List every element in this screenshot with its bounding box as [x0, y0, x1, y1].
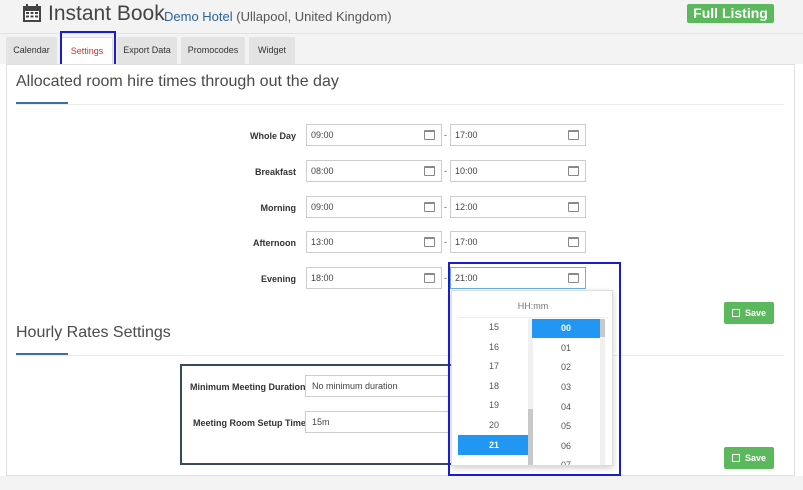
save-hourly-button[interactable]: Save: [724, 447, 774, 469]
calendar-icon[interactable]: [424, 273, 435, 283]
time-separator: -: [444, 130, 447, 140]
whole-day-end-input[interactable]: 17:00: [450, 124, 586, 146]
hour-option[interactable]: 20: [458, 415, 530, 435]
breakfast-label: Breakfast: [254, 167, 296, 177]
tab-bar: Calendar Settings Export Data Promocodes…: [0, 34, 803, 64]
hour-option[interactable]: 19: [458, 395, 530, 415]
whole-day-start-input[interactable]: 09:00: [306, 124, 442, 146]
breakfast-start-value: 08:00: [311, 166, 334, 176]
tab-export-data[interactable]: Export Data: [117, 37, 177, 64]
evening-end-input[interactable]: 21:00: [450, 267, 586, 289]
afternoon-label: Afternoon: [253, 238, 296, 248]
afternoon-start-input[interactable]: 13:00: [306, 231, 442, 253]
breakfast-end-value: 10:00: [455, 166, 478, 176]
save-icon: [731, 309, 740, 317]
save-label: Save: [744, 308, 767, 318]
hotel-info: Demo Hotel (Ullapool, United Kingdom): [164, 9, 392, 24]
time-separator: -: [444, 202, 447, 212]
setup-time-label: Meeting Room Setup Time: [193, 418, 306, 428]
afternoon-end-value: 17:00: [455, 237, 478, 247]
calendar-icon[interactable]: [568, 166, 579, 176]
evening-label: Evening: [260, 274, 296, 284]
save-icon: [731, 454, 740, 462]
morning-end-input[interactable]: 12:00: [450, 196, 586, 218]
calendar-icon[interactable]: [568, 273, 579, 283]
afternoon-end-input[interactable]: 17:00: [450, 231, 586, 253]
minute-column[interactable]: 00 01 02 03 04 05 06 07: [532, 319, 600, 465]
breakfast-end-input[interactable]: 10:00: [450, 160, 586, 182]
calendar-icon[interactable]: [424, 166, 435, 176]
page-footer-strip: [0, 476, 803, 490]
minute-option-selected[interactable]: 00: [532, 319, 600, 338]
min-duration-label: Minimum Meeting Duration: [190, 382, 306, 392]
time-picker-format: HH:mm: [517, 301, 549, 311]
morning-start-value: 09:00: [311, 202, 334, 212]
minute-scrollbar-thumb[interactable]: [600, 319, 605, 337]
save-hire-times-button[interactable]: Save: [724, 302, 774, 324]
hotel-name-link[interactable]: Demo Hotel: [164, 9, 233, 24]
full-listing-button[interactable]: Full Listing: [687, 4, 774, 23]
evening-start-input[interactable]: 18:00: [306, 267, 442, 289]
save-label: Save: [744, 453, 767, 463]
morning-start-input[interactable]: 09:00: [306, 196, 442, 218]
app-title: Instant Book: [48, 2, 165, 25]
setup-time-select[interactable]: 15m: [305, 411, 450, 433]
calendar-icon[interactable]: [424, 202, 435, 212]
hour-option[interactable]: 16: [458, 337, 530, 357]
min-duration-select[interactable]: No minimum duration: [305, 375, 450, 397]
hour-option[interactable]: 17: [458, 356, 530, 376]
calendar-icon[interactable]: [568, 237, 579, 247]
minute-option[interactable]: 07: [532, 455, 600, 465]
tab-promocodes[interactable]: Promocodes: [181, 37, 245, 64]
calendar-icon[interactable]: [568, 202, 579, 212]
minute-option[interactable]: 03: [532, 377, 600, 397]
hourly-rates-title: Hourly Rates Settings: [16, 324, 171, 341]
section-divider: [16, 104, 784, 105]
calendar-icon[interactable]: [424, 130, 435, 140]
calendar-icon: [23, 4, 41, 22]
time-separator: -: [444, 273, 447, 283]
evening-end-value: 21:00: [455, 273, 478, 283]
whole-day-label: Whole Day: [249, 131, 296, 141]
hotel-location: (Ullapool, United Kingdom): [236, 9, 392, 24]
time-separator: -: [444, 166, 447, 176]
minute-scrollbar[interactable]: [600, 319, 605, 465]
tab-widget[interactable]: Widget: [249, 37, 295, 64]
calendar-icon[interactable]: [424, 237, 435, 247]
hour-option[interactable]: 18: [458, 376, 530, 396]
breakfast-start-input[interactable]: 08:00: [306, 160, 442, 182]
calendar-icon[interactable]: [568, 130, 579, 140]
picker-divider: [458, 317, 608, 318]
minute-option[interactable]: 02: [532, 357, 600, 377]
hour-option-selected[interactable]: 21: [458, 435, 530, 455]
minute-option[interactable]: 05: [532, 416, 600, 436]
afternoon-start-value: 13:00: [311, 237, 334, 247]
whole-day-end-value: 17:00: [455, 130, 478, 140]
hire-times-title: Allocated room hire times through out th…: [16, 73, 339, 90]
time-picker-dropdown[interactable]: HH:mm 14 15 16 17 18 19 20 21 00 01 02 0…: [451, 290, 613, 466]
minute-option[interactable]: 01: [532, 338, 600, 358]
tab-calendar[interactable]: Calendar: [6, 37, 57, 64]
whole-day-start-value: 09:00: [311, 130, 334, 140]
hour-option[interactable]: 15: [458, 319, 530, 337]
hour-column[interactable]: 14 15 16 17 18 19 20 21: [458, 319, 530, 465]
time-separator: -: [444, 237, 447, 247]
section-divider: [16, 355, 784, 356]
minute-option[interactable]: 04: [532, 397, 600, 417]
header: Instant Book Demo Hotel (Ullapool, Unite…: [0, 0, 803, 34]
minute-option[interactable]: 06: [532, 436, 600, 456]
morning-label: Morning: [260, 203, 297, 213]
morning-end-value: 12:00: [455, 202, 478, 212]
evening-start-value: 18:00: [311, 273, 334, 283]
tab-settings[interactable]: Settings: [61, 37, 113, 64]
